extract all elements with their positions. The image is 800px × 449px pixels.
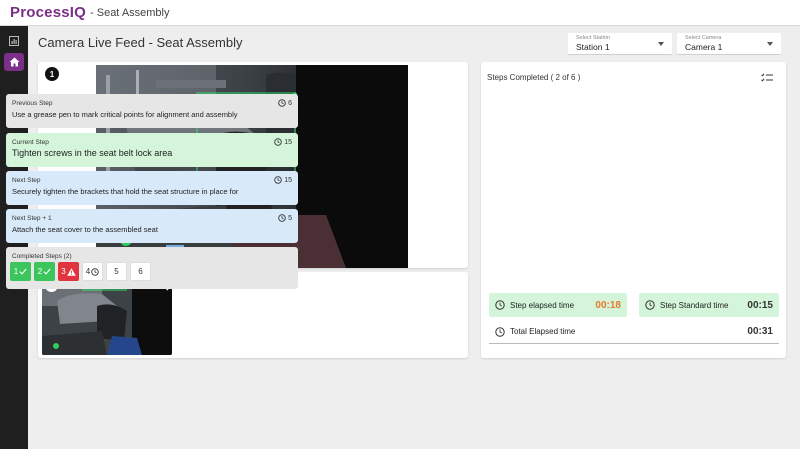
clock-icon bbox=[645, 300, 655, 310]
next-step-description: Securely tighten the brackets that hold … bbox=[12, 187, 239, 196]
clock-icon bbox=[278, 99, 286, 107]
clock-icon bbox=[274, 138, 282, 146]
camera-select[interactable]: Select Camera Camera 1 bbox=[677, 33, 781, 55]
clock-icon bbox=[495, 326, 505, 337]
current-step-time: 15 bbox=[274, 138, 292, 146]
next-step-plus-one-time-value: 5 bbox=[288, 214, 292, 222]
step-chip-1[interactable]: 1 bbox=[10, 262, 31, 281]
sidebar-item-home[interactable] bbox=[4, 53, 24, 71]
station-select-label: Select Station bbox=[576, 35, 610, 41]
current-step-description: Tighten screws in the seat belt lock are… bbox=[12, 148, 173, 158]
home-icon bbox=[9, 57, 19, 67]
completed-steps-title: Completed Steps (2) bbox=[12, 253, 72, 260]
step-chip-4[interactable]: 4 bbox=[82, 262, 103, 281]
previous-step-time: 6 bbox=[278, 99, 292, 107]
step-chip-3[interactable]: 3 bbox=[58, 262, 79, 281]
completed-steps-card: Completed Steps (2) 1 2 3 4 5 6 bbox=[6, 247, 298, 289]
next-step-plus-one-description: Attach the seat cover to the assembled s… bbox=[12, 225, 158, 234]
step-elapsed-time-value: 00:18 bbox=[595, 299, 621, 311]
step-chip-2[interactable]: 2 bbox=[34, 262, 55, 281]
next-step-time-value: 15 bbox=[284, 176, 292, 184]
station-select[interactable]: Select Station Station 1 bbox=[568, 33, 672, 55]
step-chip-label: 6 bbox=[138, 267, 143, 276]
step-standard-time-box: Step Standard time 00:15 bbox=[639, 293, 779, 317]
next-step-card: Next Step Securely tighten the brackets … bbox=[6, 171, 298, 205]
total-elapsed-time-label: Total Elapsed time bbox=[510, 327, 576, 336]
step-chip-label: 1 bbox=[13, 267, 19, 276]
next-step-time: 15 bbox=[274, 176, 292, 184]
station-select-value: Station 1 bbox=[576, 42, 610, 52]
step-chip-5[interactable]: 5 bbox=[106, 262, 127, 281]
check-icon bbox=[43, 268, 51, 275]
step-elapsed-time-label: Step elapsed time bbox=[510, 300, 575, 310]
app-logo: ProcessIQ bbox=[10, 4, 87, 21]
clock-icon bbox=[278, 214, 286, 222]
warning-icon bbox=[66, 267, 76, 276]
camera-select-value: Camera 1 bbox=[685, 42, 723, 52]
step-chip-label: 4 bbox=[85, 267, 91, 276]
previous-step-time-value: 6 bbox=[288, 99, 292, 107]
top-bar: ProcessIQ - Seat Assembly bbox=[0, 0, 800, 26]
chevron-down-icon bbox=[658, 42, 664, 46]
step-standard-time-label: Step Standard time bbox=[660, 300, 729, 310]
previous-step-description: Use a grease pen to mark critical points… bbox=[12, 110, 238, 119]
previous-step-card: Previous Step Use a grease pen to mark c… bbox=[6, 94, 298, 128]
clock-icon bbox=[274, 176, 282, 184]
clock-icon bbox=[495, 300, 505, 310]
step-standard-time-value: 00:15 bbox=[747, 299, 773, 311]
next-step-title: Next Step bbox=[12, 177, 41, 184]
app-subtitle: - Seat Assembly bbox=[90, 6, 170, 19]
feed-number-badge: 1 bbox=[45, 67, 59, 81]
steps-completed-header: Steps Completed ( 2 of 6 ) bbox=[487, 73, 581, 82]
chevron-down-icon bbox=[767, 42, 773, 46]
step-chip-label: 5 bbox=[114, 267, 119, 276]
page-title: Camera Live Feed - Seat Assembly bbox=[38, 35, 243, 50]
sidebar-item-analytics[interactable] bbox=[4, 32, 24, 50]
step-elapsed-time-box: Step elapsed time 00:18 bbox=[489, 293, 627, 317]
total-elapsed-time-value: 00:31 bbox=[747, 326, 773, 337]
previous-step-title: Previous Step bbox=[12, 100, 53, 107]
next-step-plus-one-title: Next Step + 1 bbox=[12, 215, 52, 222]
clock-icon bbox=[91, 267, 99, 276]
step-chip-label: 2 bbox=[37, 267, 43, 276]
camera-select-label: Select Camera bbox=[685, 35, 722, 41]
completed-steps-chips: 1 2 3 4 5 6 bbox=[10, 262, 151, 281]
next-step-plus-one-time: 5 bbox=[278, 214, 292, 222]
current-step-card: Current Step Tighten screws in the seat … bbox=[6, 133, 298, 167]
check-icon bbox=[19, 268, 27, 275]
step-chip-label: 3 bbox=[61, 267, 66, 276]
total-elapsed-time-box: Total Elapsed time 00:31 bbox=[489, 320, 779, 344]
checklist-icon[interactable] bbox=[761, 73, 773, 83]
current-step-title: Current Step bbox=[12, 139, 49, 146]
next-step-plus-one-card: Next Step + 1 Attach the seat cover to t… bbox=[6, 209, 298, 243]
chart-icon bbox=[9, 36, 19, 46]
current-step-time-value: 15 bbox=[284, 138, 292, 146]
step-chip-6[interactable]: 6 bbox=[130, 262, 151, 281]
